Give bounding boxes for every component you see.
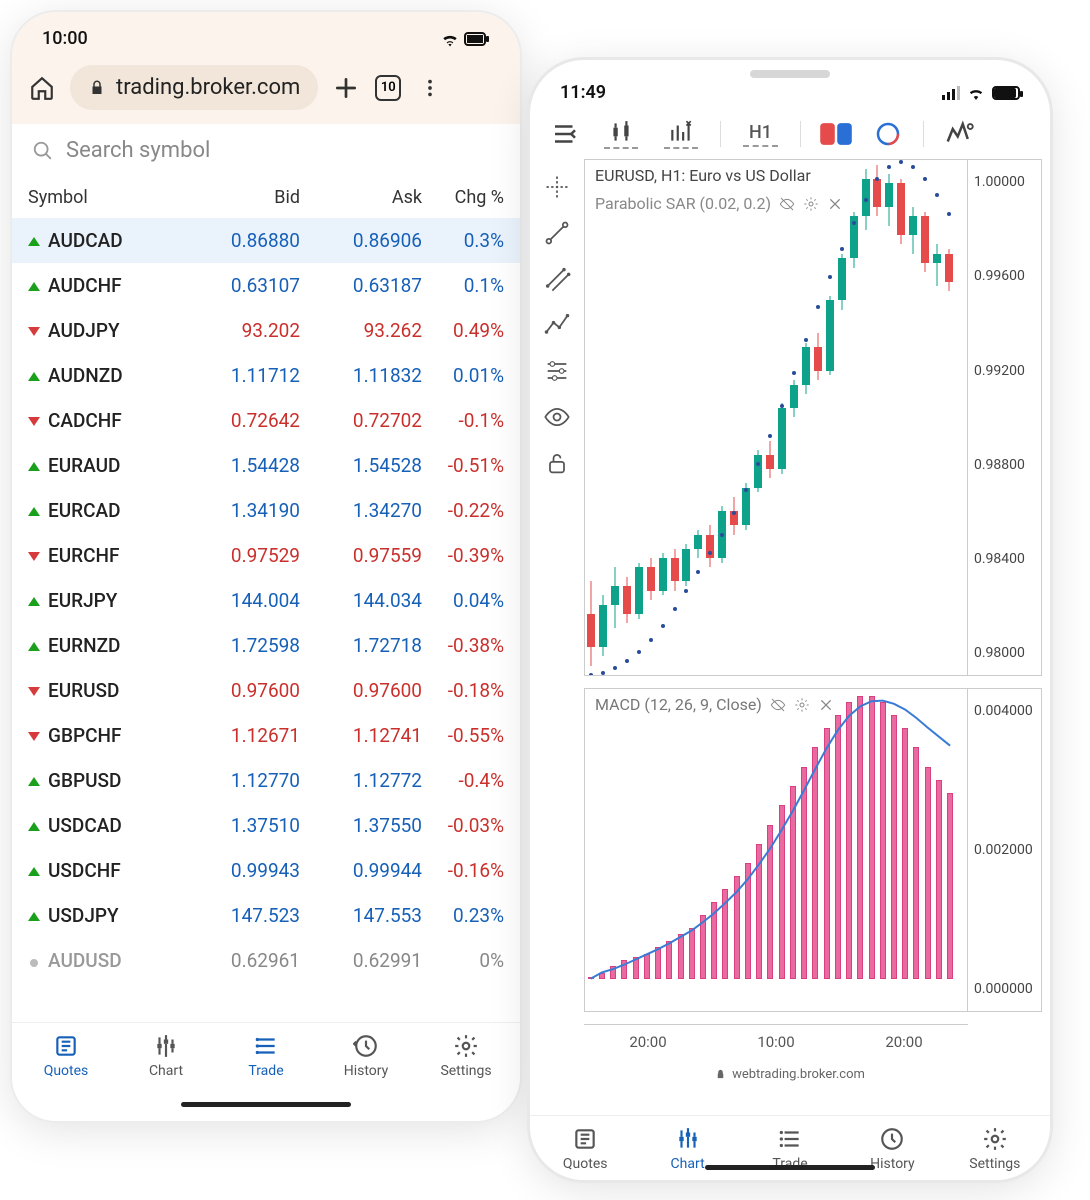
wifi-icon (966, 86, 986, 100)
col-symbol[interactable]: Symbol (28, 187, 178, 208)
table-row[interactable]: EURAUD1.544281.54528-0.51% (12, 443, 520, 488)
macd-panel[interactable]: MACD (12, 26, 9, Close) 0.0040000.002000… (584, 688, 1042, 1012)
table-row[interactable]: EURCHF0.975290.97559-0.39% (12, 533, 520, 578)
url-pill[interactable]: trading.broker.com (70, 65, 318, 110)
lock-icon (715, 1069, 726, 1080)
nav-trade[interactable]: Trade (216, 1033, 316, 1079)
table-row[interactable]: USDJPY147.523147.5530.23% (12, 893, 520, 938)
battery-icon (992, 86, 1020, 100)
sync-charts-icon[interactable] (871, 119, 905, 149)
status-time: 10:00 (42, 28, 88, 49)
ios-bottom-nav: Quotes Chart Trade History Settings (530, 1115, 1050, 1180)
y-axis-macd: 0.0040000.0020000.000000 (967, 689, 1041, 1011)
nav-settings[interactable]: Settings (944, 1126, 1046, 1172)
table-row[interactable]: AUDCAD0.868800.869060.3% (12, 218, 520, 263)
nav-quotes[interactable]: Quotes (16, 1033, 116, 1079)
search-icon (32, 140, 54, 162)
url-text: trading.broker.com (116, 75, 300, 100)
chart-type-candles-icon[interactable] (604, 119, 638, 149)
new-tab-icon[interactable] (332, 74, 360, 102)
y-axis-main: 1.000000.996000.992000.988000.984000.980… (967, 160, 1041, 675)
table-row[interactable]: AUDNZD1.117121.118320.01% (12, 353, 520, 398)
timeframe-button[interactable]: H1 (743, 122, 778, 147)
search-row[interactable]: Search symbol (12, 124, 520, 177)
trendline-icon[interactable] (543, 219, 571, 247)
notch (705, 60, 875, 92)
chart-side-toolbar (530, 159, 584, 1059)
search-placeholder: Search symbol (66, 138, 210, 163)
gear-icon[interactable] (803, 196, 819, 212)
drawing-wave-icon[interactable] (942, 119, 976, 149)
table-row[interactable]: USDCHF0.999430.99944-0.16% (12, 848, 520, 893)
table-row[interactable]: AUDJPY93.20293.2620.49% (12, 308, 520, 353)
chart-area: EURUSD, H1: Euro vs US Dollar Parabolic … (530, 159, 1050, 1059)
status-icons (440, 28, 490, 49)
macd-label: MACD (12, 26, 9, Close) (595, 695, 834, 714)
tabs-icon[interactable]: 10 (374, 74, 402, 102)
main-chart-panel[interactable]: EURUSD, H1: Euro vs US Dollar Parabolic … (584, 159, 1042, 676)
ios-url-bar[interactable]: webtrading.broker.com (530, 1059, 1050, 1112)
android-home-indicator (181, 1102, 351, 1107)
nav-quotes[interactable]: Quotes (534, 1126, 636, 1172)
android-status-bar: 10:00 (12, 12, 520, 57)
chart-title: EURUSD, H1: Euro vs US Dollar (595, 166, 811, 185)
table-row[interactable]: USDCAD1.375101.37550-0.03% (12, 803, 520, 848)
levels-icon[interactable] (543, 357, 571, 385)
gear-icon[interactable] (794, 697, 810, 713)
table-row[interactable]: AUDCHF0.631070.631870.1% (12, 263, 520, 308)
battery-icon (464, 32, 490, 46)
table-row[interactable]: EURUSD0.976000.97600-0.18% (12, 668, 520, 713)
overflow-menu-icon[interactable] (416, 74, 444, 102)
ios-phone-frame: 11:49 H1 EURUSD (530, 60, 1050, 1180)
indicators-icon[interactable] (664, 119, 698, 149)
polyline-icon[interactable] (543, 311, 571, 339)
x-axis: 20:0010:0020:00 (584, 1024, 968, 1059)
status-time: 11:49 (560, 82, 606, 103)
table-row[interactable]: EURJPY144.004144.0340.04% (12, 578, 520, 623)
table-row[interactable]: CADCHF0.726420.72702-0.1% (12, 398, 520, 443)
indicator-label: Parabolic SAR (0.02, 0.2) (595, 194, 843, 213)
quotes-table-header: Symbol Bid Ask Chg % (12, 177, 520, 218)
tab-count: 10 (375, 75, 401, 101)
close-icon[interactable] (827, 196, 843, 212)
crosshair-icon[interactable] (543, 173, 571, 201)
status-icons (942, 86, 1020, 100)
eye-off-icon[interactable] (779, 196, 795, 212)
android-phone-frame: 10:00 trading.broker.com 10 Search symbo… (12, 12, 520, 1121)
cellular-signal-icon (942, 86, 960, 100)
eye-off-icon[interactable] (770, 697, 786, 713)
table-row[interactable]: GBPCHF1.126711.12741-0.55% (12, 713, 520, 758)
browser-address-bar: trading.broker.com 10 (12, 57, 520, 124)
wifi-icon (440, 31, 460, 47)
menu-collapse-icon[interactable] (548, 119, 582, 149)
col-chg[interactable]: Chg % (422, 187, 504, 208)
nav-settings[interactable]: Settings (416, 1033, 516, 1079)
window-layout-icon[interactable] (819, 119, 853, 149)
nav-chart[interactable]: Chart (116, 1033, 216, 1079)
table-row[interactable]: EURCAD1.341901.34270-0.22% (12, 488, 520, 533)
table-row[interactable]: GBPUSD1.127701.12772-0.4% (12, 758, 520, 803)
lock-icon (88, 79, 106, 97)
table-row[interactable]: AUDUSD0.629610.629910% (12, 938, 520, 983)
visibility-icon[interactable] (543, 403, 571, 431)
home-icon[interactable] (28, 74, 56, 102)
quotes-table-body: AUDCAD0.868800.869060.3%AUDCHF0.631070.6… (12, 218, 520, 983)
col-ask[interactable]: Ask (300, 187, 422, 208)
ios-home-indicator (705, 1165, 875, 1170)
nav-history[interactable]: History (316, 1033, 416, 1079)
table-row[interactable]: EURNZD1.725981.72718-0.38% (12, 623, 520, 668)
unlock-icon[interactable] (543, 449, 571, 477)
parallel-lines-icon[interactable] (543, 265, 571, 293)
col-bid[interactable]: Bid (178, 187, 300, 208)
close-icon[interactable] (818, 697, 834, 713)
chart-top-toolbar: H1 (530, 109, 1050, 159)
